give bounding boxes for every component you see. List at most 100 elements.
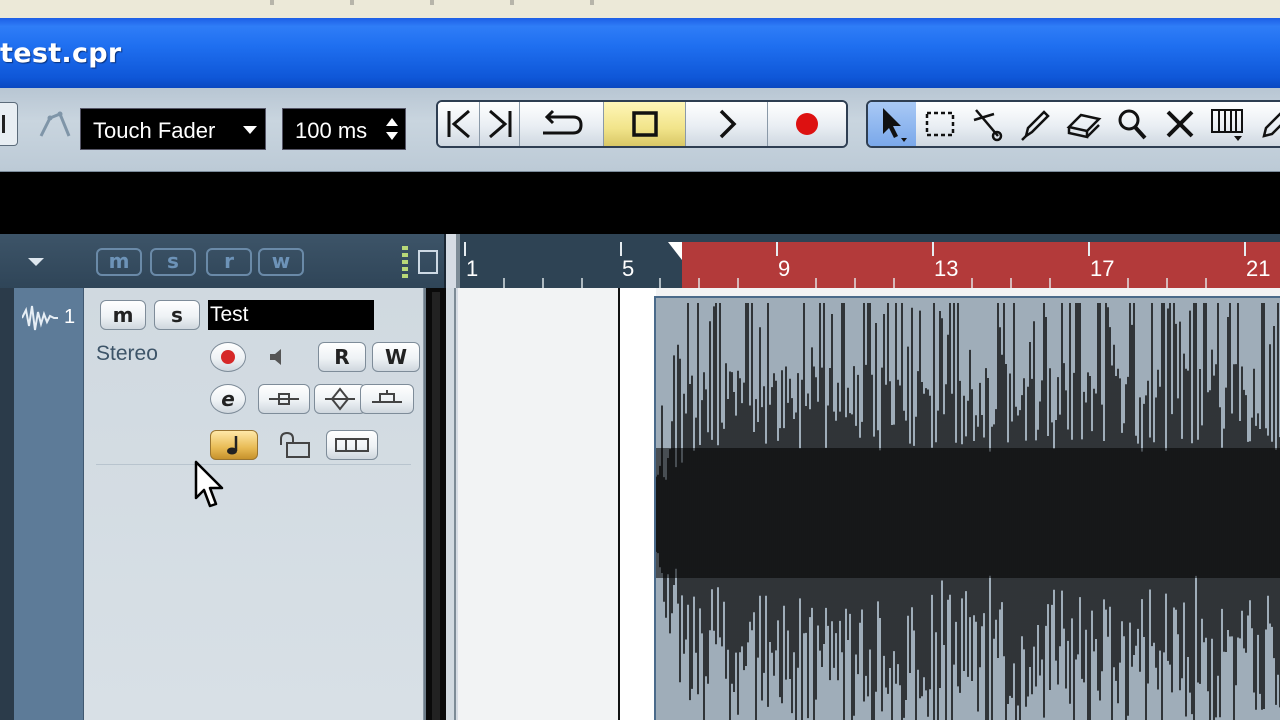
mouse-pointer-icon — [194, 460, 224, 508]
cycle-button[interactable] — [520, 102, 604, 146]
timewarp-tool[interactable] — [1204, 102, 1252, 146]
spin-up-icon[interactable] — [386, 118, 398, 126]
ruler-major-tick — [1244, 242, 1246, 256]
track-list-option-button[interactable] — [418, 250, 438, 274]
track-name-field[interactable]: Test — [208, 300, 374, 330]
audio-event[interactable] — [654, 296, 1280, 720]
info-line — [0, 172, 1280, 234]
ruler-major-tick — [932, 242, 934, 256]
ruler-label: 5 — [622, 256, 635, 281]
ruler-minor-tick — [698, 278, 700, 288]
send-icon — [372, 390, 402, 403]
mute-x-icon — [1166, 110, 1194, 138]
insert-bypass-button[interactable] — [258, 384, 310, 414]
ruler-minor-tick — [542, 278, 544, 288]
cycle-icon — [542, 109, 583, 135]
monitor-button[interactable] — [260, 342, 296, 372]
range-selection-tool[interactable] — [916, 102, 964, 146]
stop-button[interactable] — [604, 102, 686, 146]
spin-down-icon[interactable] — [386, 132, 398, 140]
mute-tool[interactable] — [1156, 102, 1204, 146]
send-bypass-button[interactable] — [360, 384, 414, 414]
ruler-minor-tick — [1049, 278, 1051, 288]
skip-to-start-icon — [447, 109, 470, 139]
automation-mode-select[interactable]: Touch Fader — [80, 108, 266, 150]
ruler-label: 21 — [1246, 256, 1271, 281]
ruler-label: 17 — [1090, 256, 1115, 281]
ruler-major-tick — [620, 242, 622, 256]
global-read-button[interactable]: r — [206, 248, 252, 276]
ruler-minor-tick — [581, 278, 583, 288]
toolbar: Touch Fader 100 ms — [0, 88, 1280, 172]
track-list-header: m s r w — [0, 234, 446, 288]
play-button[interactable] — [686, 102, 768, 146]
record-button[interactable] — [768, 102, 846, 146]
eq-bypass-button[interactable] — [314, 384, 366, 414]
automation-time-value: 100 ms — [295, 118, 368, 143]
resize-grip-icon[interactable] — [402, 246, 408, 278]
lock-button[interactable] — [270, 430, 318, 460]
global-write-button[interactable]: w — [258, 248, 304, 276]
timewarp-icon — [1211, 109, 1243, 141]
write-automation-button[interactable]: W — [372, 342, 420, 372]
go-to-start-button[interactable] — [438, 102, 480, 146]
range-select-icon — [925, 111, 955, 137]
event-display[interactable] — [458, 288, 1280, 720]
automation-mode-value: Touch Fader — [93, 118, 216, 143]
zoom-tool[interactable] — [1108, 102, 1156, 146]
read-automation-button[interactable]: R — [318, 342, 366, 372]
track-header-strip[interactable]: 1 — [0, 288, 84, 720]
global-mute-button[interactable]: m — [96, 248, 142, 276]
lanes-button[interactable] — [326, 430, 378, 460]
pencil-icon — [1262, 112, 1280, 138]
ruler-minor-tick — [1205, 278, 1207, 288]
ruler-minor-tick — [737, 278, 739, 288]
title-bar[interactable]: test.cpr — [0, 18, 1280, 88]
audio-waveform — [656, 303, 1280, 720]
menu-bar-remnant — [0, 0, 1280, 18]
transport-controls — [436, 100, 848, 148]
ruler-minor-tick — [1166, 278, 1168, 288]
ruler-minor-tick — [659, 278, 661, 288]
window-title: test.cpr — [0, 38, 122, 69]
ruler-major-tick — [776, 242, 778, 256]
left-locator-marker[interactable] — [668, 242, 682, 260]
track-channel-type: Stereo — [96, 342, 158, 365]
toolbar-edge-button[interactable] — [0, 102, 18, 146]
track-color-bar — [0, 288, 14, 720]
solo-button[interactable]: s — [154, 300, 200, 330]
mute-button[interactable]: m — [100, 300, 146, 330]
object-selection-tool[interactable] — [868, 102, 916, 146]
splitter[interactable] — [446, 288, 456, 720]
chevron-down-icon — [243, 126, 257, 134]
cycle-region[interactable] — [682, 242, 1280, 288]
chevron-down-icon[interactable] — [28, 258, 44, 266]
event-lead-in — [620, 288, 656, 720]
musical-mode-button[interactable] — [210, 430, 258, 460]
insert-icon — [269, 393, 299, 405]
edit-channel-button[interactable]: e — [210, 384, 246, 414]
erase-tool[interactable] — [1060, 102, 1108, 146]
track-number: 1 — [64, 306, 76, 328]
speaker-icon — [270, 349, 281, 365]
stop-icon — [631, 111, 658, 137]
zoom-icon — [1118, 109, 1147, 140]
ruler-minor-tick — [1010, 278, 1012, 288]
lanes-icon — [335, 438, 369, 452]
automation-mode-icon — [39, 111, 71, 137]
go-to-end-button[interactable] — [480, 102, 520, 146]
pointer-icon — [883, 108, 907, 142]
glue-icon — [1021, 110, 1050, 141]
split-tool[interactable] — [964, 102, 1012, 146]
ruler-major-tick — [464, 242, 466, 256]
draw-tool[interactable] — [1252, 102, 1280, 146]
global-solo-button[interactable]: s — [150, 248, 196, 276]
glue-tool[interactable] — [1012, 102, 1060, 146]
automation-time-field[interactable]: 100 ms — [282, 108, 406, 150]
timeline-ruler[interactable]: 1 5 9 13 17 21 — [456, 234, 1280, 288]
record-enable-button[interactable] — [210, 342, 246, 372]
ruler-label: 9 — [778, 256, 791, 281]
tool-buttons — [866, 100, 1280, 148]
ruler-minor-tick — [815, 278, 817, 288]
eq-icon — [325, 387, 355, 411]
